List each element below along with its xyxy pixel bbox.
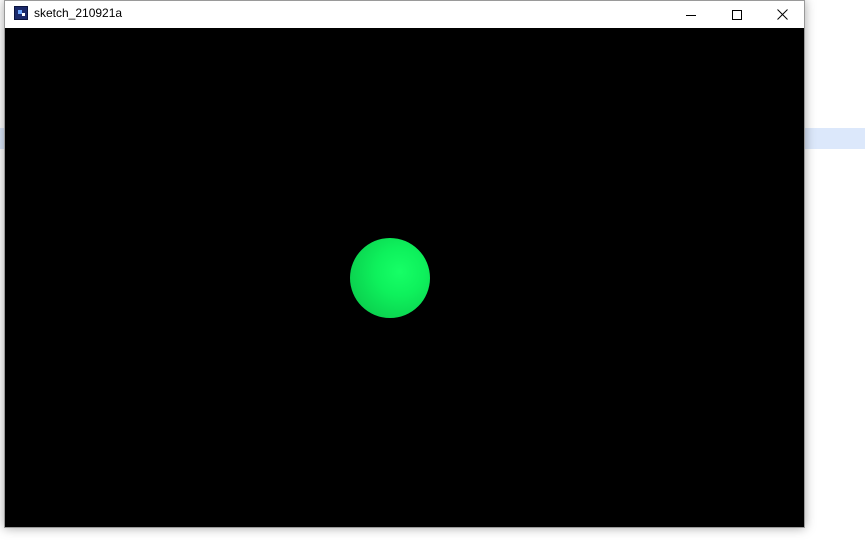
minimize-button[interactable] bbox=[668, 1, 714, 28]
maximize-button[interactable] bbox=[714, 1, 760, 28]
title-bar[interactable]: sketch_210921a bbox=[5, 1, 804, 28]
sketch-window: sketch_210921a bbox=[4, 0, 805, 528]
green-sphere bbox=[350, 238, 430, 318]
close-button[interactable] bbox=[759, 1, 805, 28]
close-icon bbox=[776, 9, 788, 20]
sketch-canvas[interactable] bbox=[5, 28, 804, 527]
window-title: sketch_210921a bbox=[34, 6, 123, 20]
minimize-icon bbox=[686, 14, 696, 16]
maximize-icon bbox=[732, 9, 742, 20]
processing-app-icon bbox=[14, 6, 28, 20]
